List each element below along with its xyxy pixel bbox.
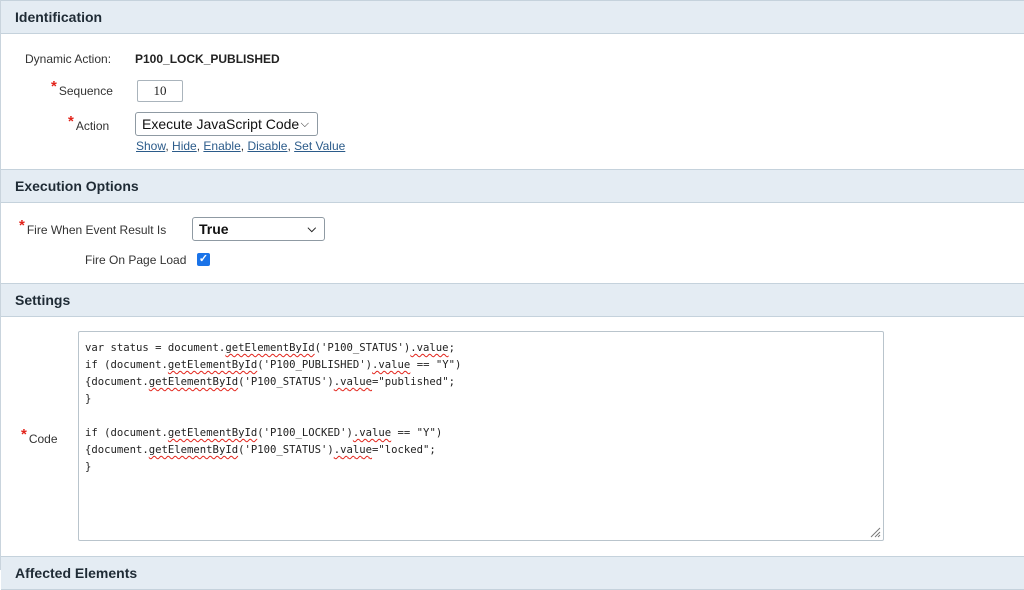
quick-link-enable[interactable]: Enable [203,139,240,153]
required-marker: * [68,113,74,130]
resize-grip-icon[interactable] [869,526,881,538]
quick-link-disable[interactable]: Disable [247,139,287,153]
section-header-settings: Settings [1,283,1024,317]
code-text: var status = document.getElementById('P1… [85,340,461,476]
quick-link-hide[interactable]: Hide [172,139,197,153]
action-select[interactable]: Execute JavaScript Code ⌵ [135,112,318,136]
fire-when-label: * Fire When Event Result Is [19,217,167,237]
code-editor[interactable]: var status = document.getElementById('P1… [78,331,884,541]
chevron-down-icon: ⌵ [300,118,309,130]
check-icon: ✓ [198,253,209,265]
section-title: Affected Elements [15,565,138,581]
code-line: } [85,393,92,405]
dynamic-action-label: Dynamic Action: [25,52,112,66]
required-marker: * [21,426,27,443]
section-header-execution-options: Execution Options [1,169,1024,203]
sequence-label: * Sequence [51,78,113,98]
chevron-down-icon: ⌵ [307,223,316,235]
code-label: * Code [21,426,58,446]
section-title: Execution Options [15,178,139,194]
sequence-input[interactable]: 10 [137,80,183,102]
required-marker: * [19,217,25,234]
code-line: } [85,461,92,473]
dynamic-action-form: Identification Dynamic Action: P100_LOCK… [0,0,1024,590]
code-line: {document.getElementById('P100_STATUS').… [85,376,455,388]
quick-links: Show, Hide, Enable, Disable, Set Value [136,139,346,153]
action-label: * Action [68,113,110,133]
section-title: Settings [15,292,71,308]
code-line: if (document.getElementById('P100_LOCKED… [85,427,443,439]
required-marker: * [51,78,57,95]
code-line: if (document.getElementById('P100_PUBLIS… [85,359,462,371]
fire-when-select[interactable]: True ⌵ [192,217,325,241]
code-line: {document.getElementById('P100_STATUS').… [85,444,436,456]
quick-link-set-value[interactable]: Set Value [294,139,345,153]
fire-on-page-load-checkbox[interactable]: ✓ [197,253,210,266]
action-select-value: Execute JavaScript Code [142,116,300,132]
fire-when-select-value: True [199,221,229,237]
quick-link-show[interactable]: Show [136,139,165,153]
section-title: Identification [15,9,103,25]
section-header-identification: Identification [1,0,1024,34]
dynamic-action-value: P100_LOCK_PUBLISHED [135,52,280,66]
fire-on-page-load-label: Fire On Page Load [85,253,187,267]
section-header-affected-elements: Affected Elements [1,556,1024,590]
code-line: var status = document.getElementById('P1… [85,342,455,354]
